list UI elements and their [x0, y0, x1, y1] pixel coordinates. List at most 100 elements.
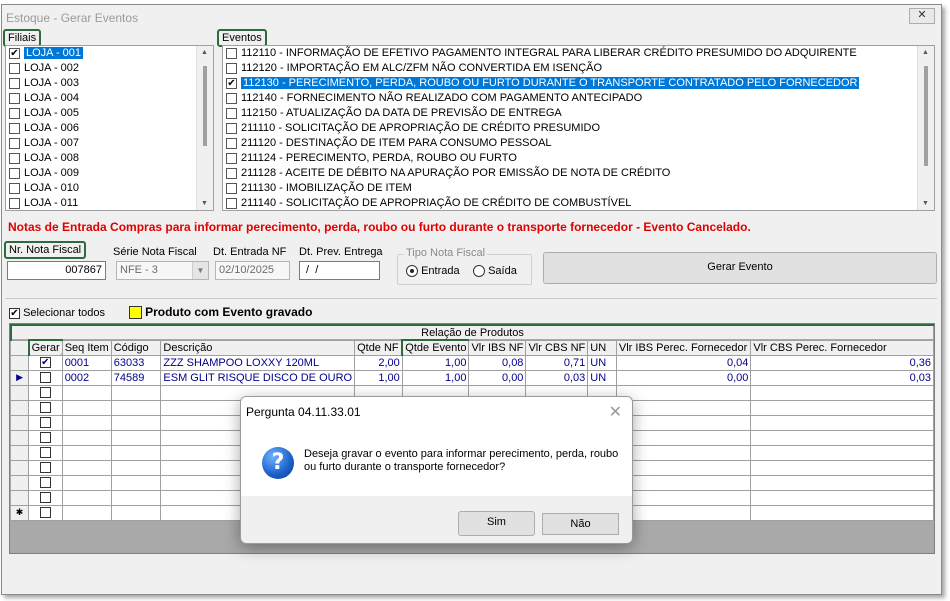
nr-nota-input[interactable]: 007867: [7, 261, 106, 280]
eventos-item[interactable]: 211128 - ACEITE DE DÉBITO NA APURAÇÃO PO…: [223, 166, 934, 181]
cell-ibs_nf[interactable]: 0,00: [468, 370, 527, 386]
filiais-list[interactable]: ✔ LOJA - 001 LOJA - 002 LOJA - 003 LOJA - 00…: [5, 45, 214, 211]
gerar-cell[interactable]: [28, 415, 63, 431]
checkbox-icon[interactable]: [226, 138, 237, 149]
empty-cell[interactable]: [616, 400, 752, 416]
empty-cell[interactable]: [111, 400, 162, 416]
gerar-cell[interactable]: [28, 490, 63, 506]
empty-cell[interactable]: [750, 385, 934, 401]
filiais-item[interactable]: LOJA - 002: [6, 61, 213, 76]
cell-descricao[interactable]: ZZZ SHAMPOO LOXXY 120ML: [160, 355, 356, 371]
checkbox-icon[interactable]: [226, 48, 237, 59]
empty-cell[interactable]: [750, 415, 934, 431]
gerar-evento-button[interactable]: Gerar Evento: [543, 252, 937, 284]
cell-cbs_nf[interactable]: 0,03: [525, 370, 589, 386]
empty-cell[interactable]: [111, 430, 162, 446]
gerar-cell[interactable]: [28, 430, 63, 446]
column-header[interactable]: Qtde Evento: [401, 339, 470, 356]
selecionar-todos-checkbox[interactable]: ✔: [9, 307, 20, 319]
filiais-item[interactable]: LOJA - 010: [6, 181, 213, 196]
empty-cell[interactable]: [111, 490, 162, 506]
scroll-down-icon[interactable]: ▼: [201, 200, 208, 207]
filiais-item[interactable]: LOJA - 011: [6, 196, 213, 210]
column-header[interactable]: Vlr CBS Perec. Fornecedor: [750, 340, 934, 356]
eventos-item[interactable]: 112150 - ATUALIZAÇÃO DA DATA DE PREVISÃO…: [223, 106, 934, 121]
gerar-cell[interactable]: [28, 385, 63, 401]
eventos-item[interactable]: 112110 - INFORMAÇÃO DE EFETIVO PAGAMENTO…: [223, 46, 934, 61]
empty-cell[interactable]: [62, 445, 112, 461]
empty-cell[interactable]: [62, 430, 112, 446]
empty-cell[interactable]: [750, 445, 934, 461]
cell-qtde_nf[interactable]: 2,00: [354, 355, 403, 371]
empty-cell[interactable]: [616, 415, 752, 431]
eventos-item[interactable]: 211124 - PERECIMENTO, PERDA, ROUBO OU FU…: [223, 151, 934, 166]
gerar-checkbox[interactable]: [39, 432, 51, 444]
scroll-up-icon[interactable]: ▲: [201, 49, 208, 56]
filiais-item[interactable]: LOJA - 005: [6, 106, 213, 121]
filiais-item[interactable]: LOJA - 007: [6, 136, 213, 151]
scroll-thumb[interactable]: [924, 66, 928, 166]
window-close-button[interactable]: ✕: [909, 8, 935, 24]
eventos-item[interactable]: 112140 - FORNECIMENTO NÃO REALIZADO COM …: [223, 91, 934, 106]
gerar-cell[interactable]: [28, 370, 63, 386]
cell-codigo[interactable]: 74589: [111, 370, 162, 386]
cell-ibs_perec[interactable]: 0,04: [616, 355, 752, 371]
cell-qtde_evento[interactable]: 1,00: [402, 355, 470, 371]
cell-cbs_perec[interactable]: 0,36: [750, 355, 934, 371]
gerar-cell[interactable]: ✔: [28, 355, 63, 371]
gerar-checkbox[interactable]: [39, 477, 51, 489]
eventos-item[interactable]: ✔ 112130 - PERECIMENTO, PERDA, ROUBO OU F…: [223, 76, 934, 91]
cell-cbs_perec[interactable]: 0,03: [750, 370, 934, 386]
empty-cell[interactable]: [62, 415, 112, 431]
checkbox-icon[interactable]: [9, 78, 20, 89]
filiais-item[interactable]: ✔ LOJA - 001: [6, 46, 213, 61]
column-header[interactable]: Código: [111, 340, 162, 356]
gerar-checkbox[interactable]: [39, 417, 51, 429]
dt-prev-input[interactable]: / /: [299, 261, 380, 280]
scroll-down-icon[interactable]: ▼: [922, 200, 929, 207]
cell-un[interactable]: UN: [587, 355, 617, 371]
empty-cell[interactable]: [111, 385, 162, 401]
empty-cell[interactable]: [111, 475, 162, 491]
empty-cell[interactable]: [62, 505, 112, 521]
filiais-item[interactable]: LOJA - 004: [6, 91, 213, 106]
empty-cell[interactable]: [111, 445, 162, 461]
checkbox-icon[interactable]: [226, 123, 237, 134]
empty-cell[interactable]: [62, 385, 112, 401]
cell-qtde_nf[interactable]: 1,00: [354, 370, 403, 386]
checkbox-icon[interactable]: [9, 153, 20, 164]
empty-cell[interactable]: [62, 460, 112, 476]
filiais-item[interactable]: LOJA - 006: [6, 121, 213, 136]
empty-cell[interactable]: [616, 505, 752, 521]
scroll-up-icon[interactable]: ▲: [922, 49, 929, 56]
column-header[interactable]: Qtde NF: [354, 340, 403, 356]
cell-cbs_nf[interactable]: 0,71: [525, 355, 589, 371]
empty-cell[interactable]: [750, 490, 934, 506]
gerar-cell[interactable]: [28, 475, 63, 491]
gerar-checkbox[interactable]: [39, 462, 51, 474]
scroll-thumb[interactable]: [203, 66, 207, 146]
gerar-checkbox[interactable]: [39, 402, 51, 414]
cell-descricao[interactable]: ESM GLIT RISQUE DISCO DE OURO: [160, 370, 356, 386]
eventos-item[interactable]: 211110 - SOLICITAÇÃO DE APROPRIAÇÃO DE C…: [223, 121, 934, 136]
checkbox-icon[interactable]: [226, 108, 237, 119]
filiais-scrollbar[interactable]: ▲ ▼: [196, 46, 213, 210]
filiais-item[interactable]: LOJA - 009: [6, 166, 213, 181]
selecionar-todos[interactable]: ✔ Selecionar todos: [9, 307, 105, 319]
checkbox-icon[interactable]: ✔: [226, 78, 237, 89]
checkbox-icon[interactable]: [9, 168, 20, 179]
dialog-close-icon[interactable]: ✕: [609, 402, 622, 422]
checkbox-icon[interactable]: ✔: [9, 48, 20, 59]
gerar-cell[interactable]: [28, 445, 63, 461]
eventos-item[interactable]: 211140 - SOLICITAÇÃO DE APROPRIAÇÃO DE C…: [223, 196, 934, 210]
empty-cell[interactable]: [750, 460, 934, 476]
checkbox-icon[interactable]: [226, 63, 237, 74]
empty-cell[interactable]: [750, 400, 934, 416]
cell-ibs_nf[interactable]: 0,08: [468, 355, 527, 371]
empty-cell[interactable]: [750, 430, 934, 446]
checkbox-icon[interactable]: [9, 123, 20, 134]
eventos-item[interactable]: 211120 - DESTINAÇÃO DE ITEM PARA CONSUMO…: [223, 136, 934, 151]
cell-qtde_evento[interactable]: 1,00: [402, 370, 470, 386]
checkbox-icon[interactable]: [226, 153, 237, 164]
empty-cell[interactable]: [616, 475, 752, 491]
